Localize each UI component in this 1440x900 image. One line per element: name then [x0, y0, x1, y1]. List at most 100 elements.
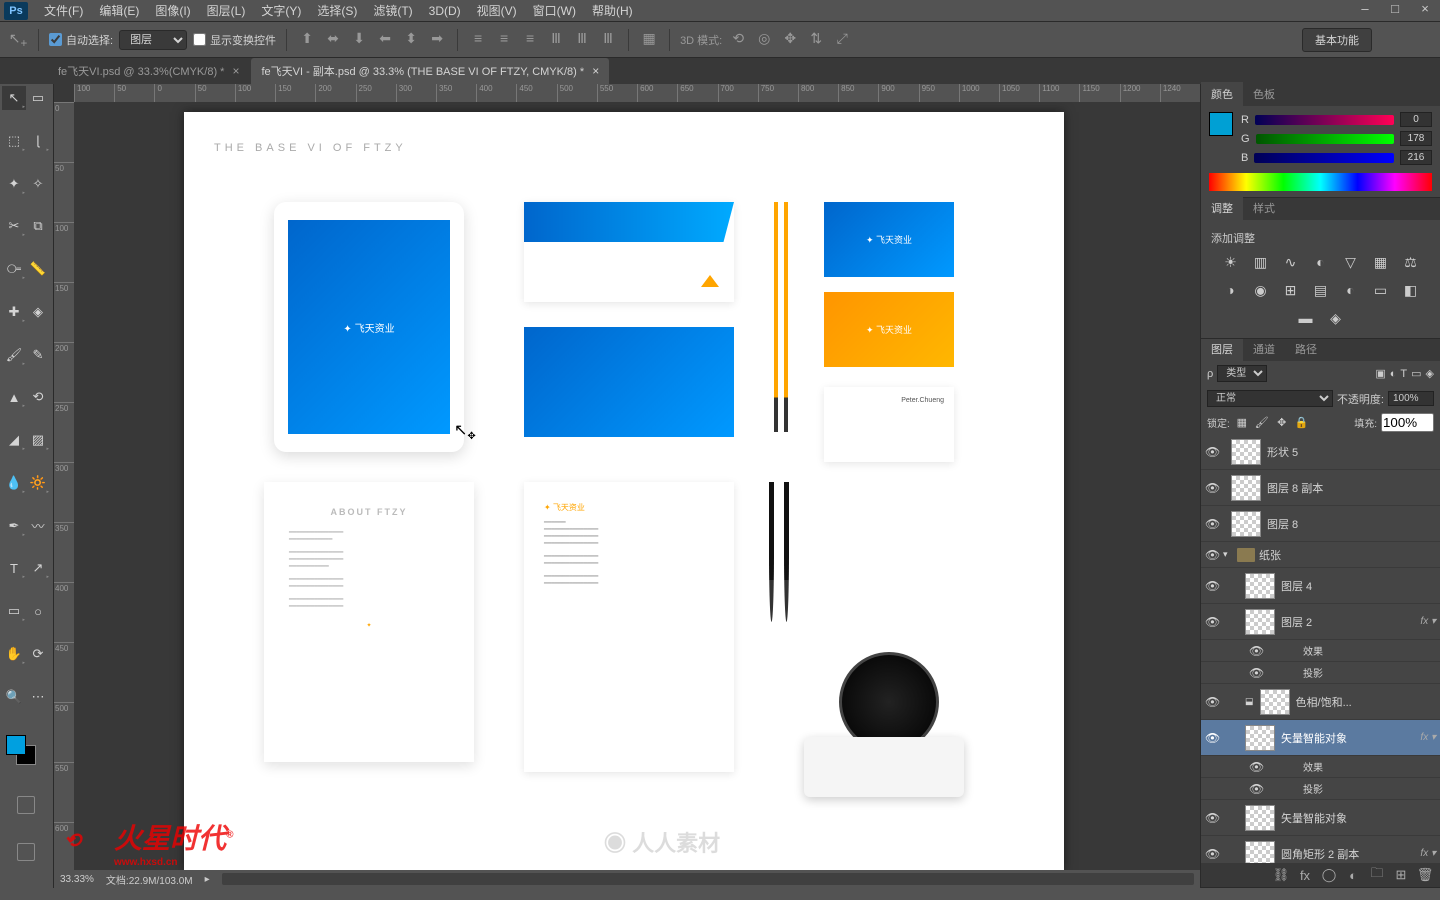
marquee-tool[interactable]: ⬚▸ — [2, 129, 26, 153]
value-g[interactable]: 178 — [1400, 131, 1432, 146]
layer-row[interactable]: 👁效果 — [1201, 756, 1440, 778]
colorlookup-icon[interactable]: ▤ — [1311, 282, 1331, 300]
zoom-level[interactable]: 33.33% — [60, 874, 94, 885]
magic-wand-tool[interactable]: ✧ — [26, 172, 50, 196]
tab-channels[interactable]: 通道 — [1243, 339, 1285, 361]
bw-icon[interactable]: ◑ — [1221, 282, 1241, 300]
menu-type[interactable]: 文字(Y) — [253, 2, 309, 19]
layer-row[interactable]: 👁效果 — [1201, 640, 1440, 662]
distribute-icon-5[interactable]: Ⅲ — [572, 30, 592, 50]
quick-select-tool[interactable]: ✦▸ — [2, 172, 26, 196]
color-spectrum[interactable] — [1209, 173, 1432, 191]
ellipse-tool[interactable]: ○ — [26, 599, 50, 623]
visibility-icon[interactable]: 👁 — [1205, 695, 1219, 709]
artboard-tool[interactable]: ▭ — [26, 86, 50, 110]
lock-position-icon[interactable]: ✥ — [1274, 416, 1290, 429]
align-right-icon[interactable]: ➡ — [427, 30, 447, 50]
ruler-tool[interactable]: 📏 — [26, 257, 50, 281]
layer-list[interactable]: 👁形状 5👁图层 8 副本👁图层 8👁▾纸张👁图层 4👁图层 2fx ▾👁效果👁… — [1201, 434, 1440, 863]
window-close-button[interactable]: × — [1410, 0, 1440, 20]
visibility-icon[interactable]: 👁 — [1205, 517, 1219, 531]
stamp-tool[interactable]: ▲▸ — [2, 385, 26, 409]
colorbalance-icon[interactable]: ⚖ — [1401, 254, 1421, 272]
menu-3d[interactable]: 3D(D) — [421, 4, 469, 18]
rotate-view-tool[interactable]: ⟳ — [26, 642, 50, 666]
visibility-icon[interactable]: 👁 — [1249, 666, 1263, 680]
new-group-icon[interactable]: 🗀 — [1368, 864, 1386, 886]
color-swatch-display[interactable] — [1209, 112, 1233, 136]
3d-roll-icon[interactable]: ◎ — [754, 30, 774, 50]
tab-paths[interactable]: 路径 — [1285, 339, 1327, 361]
value-r[interactable]: 0 — [1400, 112, 1432, 127]
close-icon[interactable]: × — [232, 64, 239, 78]
crop-tool[interactable]: ✂▸ — [2, 214, 26, 238]
pen-tool[interactable]: ✒▸ — [2, 514, 26, 538]
lock-transparent-icon[interactable]: ▦ — [1234, 416, 1250, 429]
levels-icon[interactable]: ▥ — [1251, 254, 1271, 272]
patch-tool[interactable]: ◈ — [26, 300, 50, 324]
tab-color[interactable]: 颜色 — [1201, 82, 1243, 106]
visibility-icon[interactable]: 👁 — [1205, 548, 1219, 562]
show-transform-checkbox[interactable]: 显示变换控件 — [193, 32, 276, 48]
hand-tool[interactable]: ✋▸ — [2, 642, 26, 666]
menu-view[interactable]: 视图(V) — [469, 2, 525, 19]
distribute-icon-1[interactable]: ≡ — [468, 30, 488, 50]
zoom-tool[interactable]: 🔍 — [2, 685, 26, 709]
screenmode-toggle[interactable] — [2, 843, 50, 867]
workspace-switcher[interactable]: 基本功能 — [1302, 28, 1372, 52]
menu-window[interactable]: 窗口(W) — [525, 2, 584, 19]
eraser-tool[interactable]: ◢▸ — [2, 428, 26, 452]
layer-row[interactable]: 👁▾纸张 — [1201, 542, 1440, 568]
gradient-tool[interactable]: ▨▸ — [26, 428, 50, 452]
curves-icon[interactable]: ∿ — [1281, 254, 1301, 272]
layer-row[interactable]: 👁矢量智能对象fx ▾ — [1201, 720, 1440, 756]
selectivecolor-icon[interactable]: ◈ — [1326, 310, 1346, 328]
auto-select-checkbox[interactable]: 自动选择: — [49, 32, 113, 48]
pencil-tool[interactable]: ✎ — [26, 343, 50, 367]
layer-row[interactable]: 👁图层 8 副本 — [1201, 470, 1440, 506]
tab-adjustments[interactable]: 调整 — [1201, 196, 1243, 220]
visibility-icon[interactable]: 👁 — [1249, 644, 1263, 658]
3d-scale-icon[interactable]: ⤢ — [832, 30, 852, 50]
align-left-icon[interactable]: ⬅ — [375, 30, 395, 50]
3d-slide-icon[interactable]: ⇅ — [806, 30, 826, 50]
vibrance-icon[interactable]: ▽ — [1341, 254, 1361, 272]
document-tab-1[interactable]: fe飞天VI.psd @ 33.3%(CMYK/8) *× — [48, 58, 249, 84]
3d-pan-icon[interactable]: ✥ — [780, 30, 800, 50]
chevron-down-icon[interactable]: ▾ — [1223, 549, 1233, 560]
invert-icon[interactable]: ◐ — [1341, 282, 1361, 300]
filter-pixel-icon[interactable]: ▣ — [1375, 367, 1385, 380]
auto-select-dropdown[interactable]: 图层 — [119, 30, 187, 50]
menu-edit[interactable]: 编辑(E) — [91, 2, 147, 19]
gradientmap-icon[interactable]: ▬ — [1296, 310, 1316, 328]
layer-filter-dropdown[interactable]: 类型 — [1217, 365, 1267, 382]
distribute-icon-6[interactable]: Ⅲ — [598, 30, 618, 50]
delete-layer-icon[interactable]: 🗑 — [1416, 867, 1434, 883]
menu-filter[interactable]: 滤镜(T) — [365, 2, 420, 19]
type-tool[interactable]: T▸ — [2, 556, 26, 580]
distribute-icon-2[interactable]: ≡ — [494, 30, 514, 50]
eyedropper-tool[interactable]: ⧃▸ — [2, 257, 26, 281]
blend-mode-dropdown[interactable]: 正常 — [1207, 390, 1333, 407]
tab-styles[interactable]: 样式 — [1243, 196, 1285, 220]
layer-row[interactable]: 👁投影 — [1201, 662, 1440, 684]
color-swatches[interactable] — [2, 733, 50, 773]
visibility-icon[interactable]: 👁 — [1205, 847, 1219, 861]
align-bottom-icon[interactable]: ⬇ — [349, 30, 369, 50]
filter-adjust-icon[interactable]: ◐ — [1390, 368, 1397, 380]
dodge-tool[interactable]: 🔆▸ — [26, 471, 50, 495]
healing-tool[interactable]: ✚▸ — [2, 300, 26, 324]
tab-layers[interactable]: 图层 — [1201, 339, 1243, 361]
hue-icon[interactable]: ▦ — [1371, 254, 1391, 272]
auto-align-icon[interactable]: ▦ — [639, 30, 659, 50]
channelmixer-icon[interactable]: ⊞ — [1281, 282, 1301, 300]
slider-r[interactable] — [1255, 115, 1394, 125]
visibility-icon[interactable]: 👁 — [1249, 782, 1263, 796]
menu-file[interactable]: 文件(F) — [36, 2, 91, 19]
align-vcenter-icon[interactable]: ⬌ — [323, 30, 343, 50]
edit-toolbar[interactable]: ⋯ — [26, 685, 50, 709]
lock-all-icon[interactable]: 🔒 — [1294, 416, 1310, 429]
layer-row[interactable]: 👁⬓色相/饱和... — [1201, 684, 1440, 720]
layer-fx-icon[interactable]: fx — [1296, 868, 1314, 883]
visibility-icon[interactable]: 👁 — [1205, 481, 1219, 495]
